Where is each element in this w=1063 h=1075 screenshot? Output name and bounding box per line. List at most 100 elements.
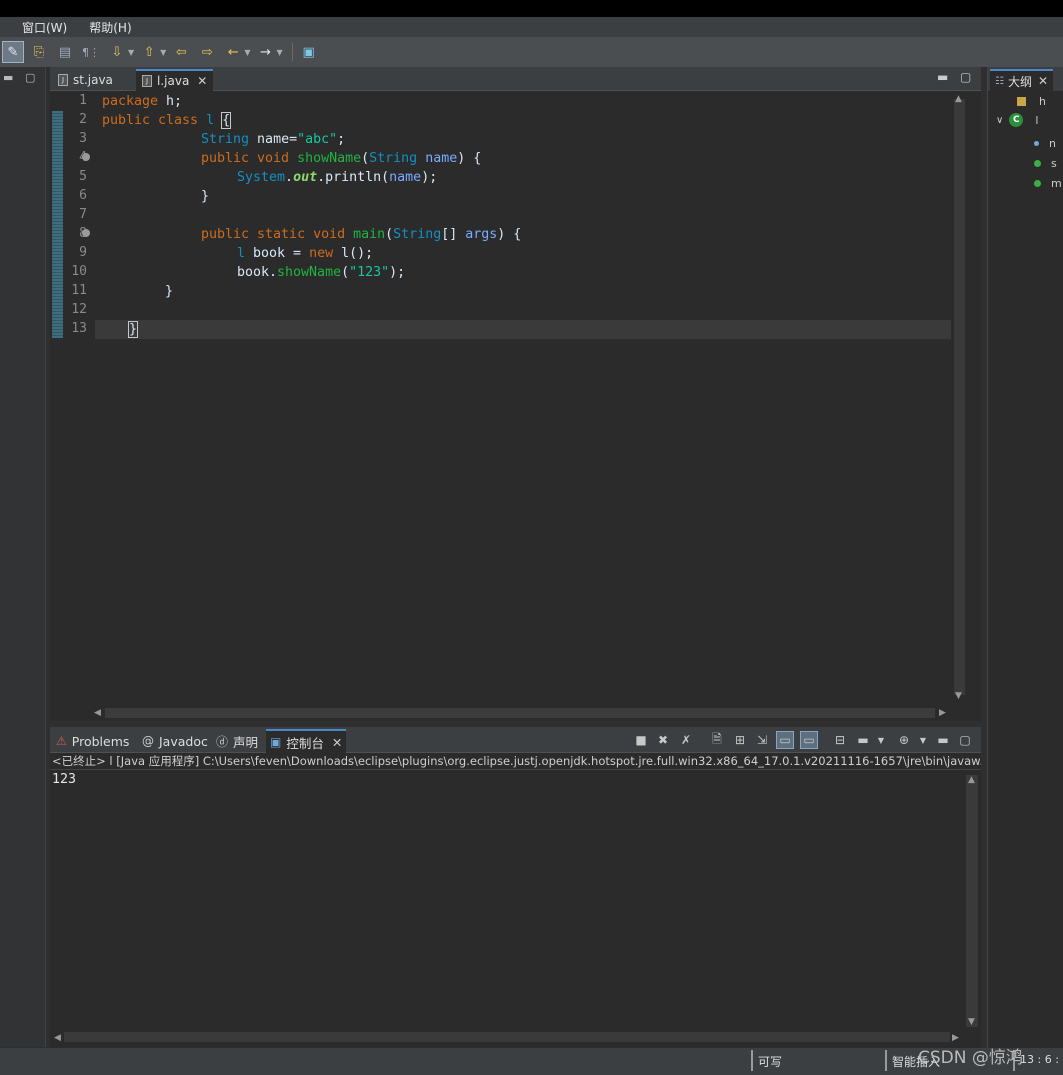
dropdown-icon[interactable]: ▼ — [914, 731, 932, 749]
node-label: n — [1049, 137, 1056, 150]
scroll-right-icon[interactable]: ▶ — [952, 1033, 959, 1043]
change-marker-strip — [52, 111, 63, 338]
dropdown-icon[interactable]: ▼ — [872, 731, 890, 749]
scroll-left-icon[interactable]: ◀ — [94, 708, 101, 718]
tab-label: 大纲 — [1007, 74, 1032, 89]
menu-bar: 窗口(W) 帮助(H) — [0, 17, 1063, 37]
code-line[interactable]: l book = new l(); — [95, 244, 951, 263]
tab-st-java[interactable]: J st.java — [52, 69, 119, 91]
static-method-icon — [1034, 180, 1041, 187]
code-line[interactable]: } — [95, 187, 951, 206]
fold-toggle-icon[interactable] — [82, 153, 90, 161]
pin-console-icon[interactable]: ⊟ — [831, 731, 849, 749]
forward-dropdown-icon[interactable]: ▼ — [276, 48, 282, 57]
minimize-icon[interactable]: ▬ — [937, 70, 948, 84]
display-selected-console-icon[interactable]: ▬ — [854, 731, 872, 749]
declaration-icon: ⓓ — [216, 734, 229, 749]
outline-field-node[interactable]: n — [1034, 137, 1056, 150]
word-wrap-icon[interactable]: ⇲ — [753, 731, 771, 749]
code-line-current[interactable]: } — [95, 320, 951, 339]
console-tab-bar: ⚠ Problems @ Javadoc ⓓ 声明 ▣ 控制台 ✕ ■ ✖ ✗ … — [50, 727, 981, 753]
maximize-icon[interactable]: ▢ — [25, 71, 35, 84]
console-output[interactable]: 123 — [52, 772, 76, 787]
line-number: 6 — [79, 188, 87, 203]
tab-l-java[interactable]: J l.java ✕ — [136, 69, 214, 91]
minimize-icon[interactable]: ▬ — [934, 731, 952, 749]
forward-arrow-icon[interactable]: → — [254, 41, 276, 63]
code-line[interactable]: String name="abc"; — [95, 130, 951, 149]
fold-toggle-icon[interactable] — [82, 229, 90, 237]
code-line[interactable] — [95, 206, 951, 225]
scroll-down-icon[interactable]: ▼ — [955, 691, 962, 701]
tab-declaration[interactable]: ⓓ 声明 — [212, 729, 262, 753]
editor-horizontal-scroll-track[interactable] — [105, 708, 935, 718]
back-dropdown-icon[interactable]: ▼ — [244, 48, 250, 57]
outline-class-node[interactable]: ∨ C l — [996, 113, 1038, 127]
scroll-down-icon[interactable]: ▼ — [968, 1017, 975, 1027]
open-console-icon[interactable]: ⊕ — [895, 731, 913, 749]
mark-occurrences-icon[interactable]: ✎ — [2, 41, 24, 63]
line-number: 7 — [79, 207, 87, 222]
tab-javadoc[interactable]: @ Javadoc — [138, 729, 212, 753]
console-horizontal-scroll-track[interactable] — [64, 1032, 950, 1042]
back-arrow-icon[interactable]: ← — [222, 41, 244, 63]
code-line[interactable]: public static void main(String[] args) { — [95, 225, 951, 244]
code-line[interactable]: package h; — [95, 92, 951, 111]
menu-window[interactable]: 窗口(W) — [22, 19, 67, 36]
block-selection-icon[interactable]: ▤ — [54, 41, 76, 63]
node-label: s — [1051, 157, 1057, 170]
code-line[interactable]: System.out.println(name); — [95, 168, 951, 187]
close-icon[interactable]: ✕ — [332, 735, 342, 750]
problems-icon: ⚠ — [56, 734, 67, 748]
editor-vertical-scroll-track[interactable] — [954, 99, 965, 695]
main-toolbar: ✎ ⎘ ▤ ¶⋮ ⇩ ▼ ⇧ ▼ ⇦ ⇨ ← ▼ → ▼ ▣ — [0, 37, 1063, 67]
show-on-stdout-icon[interactable]: ▭ — [776, 731, 794, 749]
scroll-up-icon[interactable]: ▲ — [955, 94, 962, 104]
tab-outline[interactable]: ☷ 大纲 ✕ — [990, 69, 1054, 91]
open-task-icon[interactable]: ▣ — [298, 41, 320, 63]
editor-tab-bar: J st.java J l.java ✕ ▬ ▢ — [50, 67, 981, 91]
scroll-lock-icon[interactable]: ⊞ — [731, 731, 749, 749]
last-edit-forward-icon[interactable]: ⇨ — [196, 41, 218, 63]
outline-method-node[interactable]: s — [1034, 157, 1057, 170]
line-number: 11 — [71, 283, 87, 298]
terminate-icon[interactable]: ■ — [632, 731, 650, 749]
code-line[interactable]: book.showName("123"); — [95, 263, 951, 282]
previous-annotation-dropdown-icon[interactable]: ▼ — [160, 48, 166, 57]
maximize-icon[interactable]: ▢ — [956, 731, 974, 749]
outline-icon: ☷ — [995, 75, 1004, 87]
show-whitespace-icon[interactable]: ¶⋮ — [80, 41, 102, 63]
chevron-down-icon[interactable]: ∨ — [996, 115, 1003, 126]
tab-label: st.java — [73, 73, 113, 87]
menu-help[interactable]: 帮助(H) — [89, 19, 131, 36]
clear-console-icon[interactable]: 🗎 — [708, 731, 726, 749]
tab-console[interactable]: ▣ 控制台 ✕ — [266, 729, 347, 753]
next-annotation-dropdown-icon[interactable]: ▼ — [128, 48, 134, 57]
code-line[interactable]: public void showName(String name) { — [95, 149, 951, 168]
next-annotation-icon[interactable]: ⇩ — [106, 41, 128, 63]
scroll-up-icon[interactable]: ▲ — [968, 775, 975, 785]
remove-launch-icon[interactable]: ✖ — [654, 731, 672, 749]
outline-method-node[interactable]: m — [1034, 177, 1062, 190]
tab-problems[interactable]: ⚠ Problems — [52, 729, 133, 753]
package-icon — [1016, 96, 1027, 107]
show-on-stderr-icon[interactable]: ▭ — [800, 731, 818, 749]
last-edit-back-icon[interactable]: ⇦ — [170, 41, 192, 63]
previous-annotation-icon[interactable]: ⇧ — [138, 41, 160, 63]
code-line[interactable]: public class l { — [95, 111, 951, 130]
outline-package-node[interactable]: h — [1016, 95, 1046, 108]
close-icon[interactable]: ✕ — [197, 74, 207, 88]
code-line[interactable] — [95, 301, 951, 320]
code-text-area[interactable]: package h; public class l { String name=… — [95, 91, 951, 707]
scroll-left-icon[interactable]: ◀ — [54, 1033, 61, 1043]
code-line[interactable]: } — [95, 282, 951, 301]
scroll-right-icon[interactable]: ▶ — [939, 708, 946, 718]
maximize-icon[interactable]: ▢ — [960, 70, 971, 84]
breadcrumb-icon[interactable]: ⎘ — [28, 41, 50, 63]
close-icon[interactable]: ✕ — [1038, 74, 1048, 88]
minimize-icon[interactable]: ▬ — [3, 71, 13, 84]
remove-all-terminated-icon[interactable]: ✗ — [677, 731, 695, 749]
console-vertical-scroll-track[interactable] — [966, 775, 978, 1027]
java-file-icon: J — [142, 75, 152, 87]
tab-label: 声明 — [233, 734, 259, 750]
